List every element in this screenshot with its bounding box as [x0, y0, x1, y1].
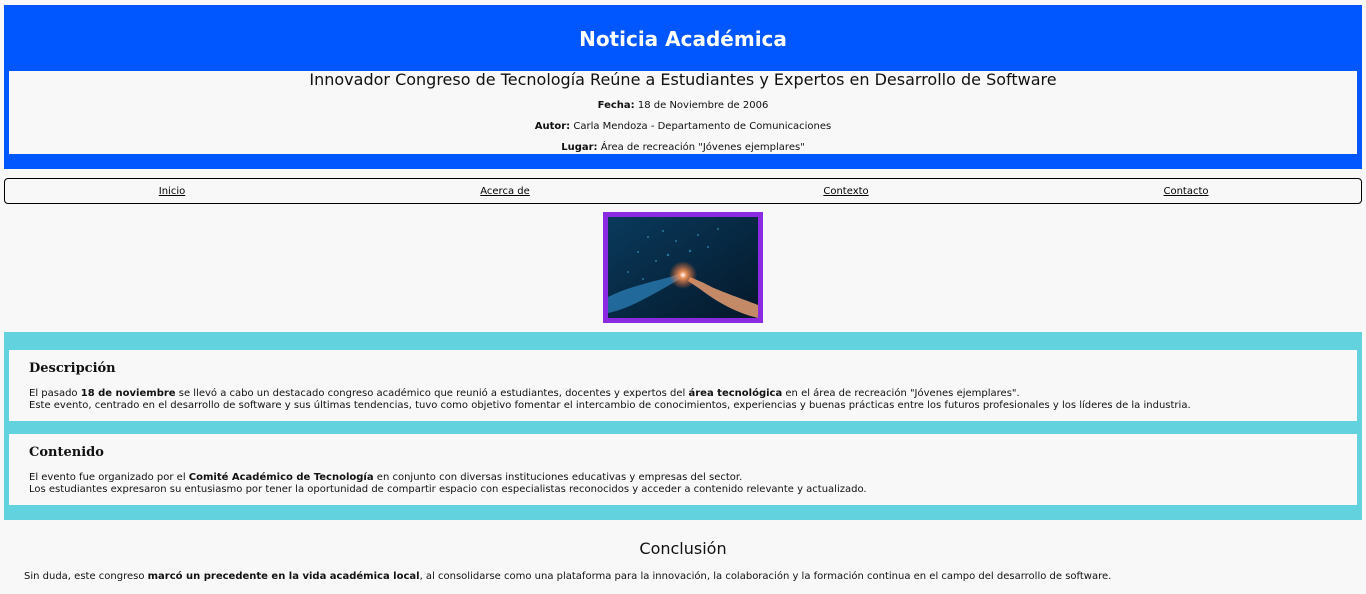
content-text-part: El evento fue organizado por el — [29, 472, 189, 483]
description-text: El pasado 18 de noviembre se llevó a cab… — [29, 388, 1339, 412]
page-title: Noticia Académica — [579, 27, 787, 51]
conclusion-strong: marcó un precedente en la vida académica… — [147, 571, 420, 582]
conclusion-text-part: Sin duda, este congreso — [24, 571, 148, 582]
description-date-strong: 18 de noviembre — [80, 388, 176, 399]
content-text-part: en conjunto con diversas instituciones e… — [373, 472, 743, 483]
location-label: Lugar: — [561, 142, 598, 153]
article-location: Lugar: Área de recreación "Jóvenes ejemp… — [9, 142, 1357, 154]
nav-link-contexto[interactable]: Contexto — [823, 186, 868, 198]
article-date: Fecha: 18 de Noviembre de 2006 — [9, 100, 1357, 112]
description-text-part: El pasado — [29, 388, 81, 399]
ai-hand-circuit-image — [608, 217, 758, 318]
date-label: Fecha: — [597, 100, 635, 111]
content-text: El evento fue organizado por el Comité A… — [29, 472, 1339, 496]
content-committee-strong: Comité Académico de Tecnología — [188, 472, 374, 483]
author-label: Autor: — [534, 121, 571, 132]
conclusion-text: Sin duda, este congreso marcó un precede… — [24, 571, 1111, 583]
description-area-strong: área tecnológica — [688, 388, 783, 399]
date-value: 18 de Noviembre de 2006 — [637, 100, 769, 111]
content-heading: Contenido — [29, 445, 104, 460]
nav-link-contacto[interactable]: Contacto — [1163, 186, 1208, 198]
article-author: Autor: Carla Mendoza - Departamento de C… — [9, 121, 1357, 133]
nav-link-acerca-de[interactable]: Acerca de — [480, 186, 530, 198]
description-heading: Descripción — [29, 361, 116, 376]
article-info-box: Innovador Congreso de Tecnología Reúne a… — [9, 71, 1357, 154]
content-section: Contenido El evento fue organizado por e… — [9, 434, 1357, 505]
description-text-line2: Este evento, centrado en el desarrollo d… — [29, 400, 1191, 411]
author-value: Carla Mendoza - Departamento de Comunica… — [573, 121, 832, 132]
nav-link-inicio[interactable]: Inicio — [159, 186, 185, 198]
conclusion-text-part: , al consolidarse como una plataforma pa… — [419, 571, 1112, 582]
content-text-line2: Los estudiantes expresaron su entusiasmo… — [29, 484, 867, 495]
content-band: Descripción El pasado 18 de noviembre se… — [4, 332, 1362, 520]
conclusion-heading: Conclusión — [639, 539, 727, 558]
article-headline: Innovador Congreso de Tecnología Reúne a… — [309, 70, 1057, 89]
description-text-part: en el área de recreación "Jóvenes ejempl… — [782, 388, 1020, 399]
location-value: Área de recreación "Jóvenes ejemplares" — [600, 142, 805, 153]
article-image — [603, 212, 763, 323]
description-text-part: se llevó a cabo un destacado congreso ac… — [175, 388, 689, 399]
description-section: Descripción El pasado 18 de noviembre se… — [9, 350, 1357, 421]
page-header: Noticia Académica Innovador Congreso de … — [4, 5, 1362, 169]
main-nav: Inicio Acerca de Contexto Contacto — [4, 178, 1362, 204]
